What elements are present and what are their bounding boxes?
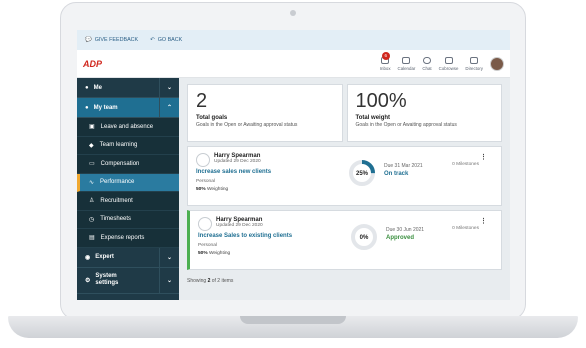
goals-panel: 2 Total goals Goals in the Open or Await… bbox=[179, 78, 510, 300]
go-back-link[interactable]: ↶ GO BACK bbox=[150, 37, 182, 43]
sidebar-item-system-settings[interactable]: ⚙ System settings ⌄ bbox=[77, 267, 179, 294]
person-icon: ● bbox=[85, 84, 89, 91]
chart-icon: ∿ bbox=[89, 179, 95, 186]
team-icon: ● bbox=[85, 104, 89, 111]
cobrowse-tool[interactable]: Cobrowse bbox=[439, 56, 458, 71]
sidebar-item-leave-and-absence[interactable]: ▣ Leave and absence bbox=[77, 118, 179, 137]
give-feedback-link[interactable]: 💬 GIVE FEEDBACK bbox=[85, 37, 138, 43]
total-weight-card: 100% Total weight Goals in the Open or A… bbox=[346, 84, 502, 142]
sidebar-item-me[interactable]: ● Me ⌄ bbox=[77, 78, 179, 98]
more-options-icon[interactable]: ⋮ bbox=[480, 153, 487, 161]
header-tools: 6 Inbox Calendar Chat Cobrowse Directory bbox=[380, 51, 504, 71]
receipt-icon: ▤ bbox=[89, 235, 95, 242]
main-body: ● Me ⌄ ● My team ⌃ ▣ Leave and absence ◆ Tea… bbox=[77, 78, 510, 300]
calendar-tool[interactable]: Calendar bbox=[398, 56, 415, 71]
progress-label: 25% bbox=[356, 171, 369, 177]
sidebar-item-compensation[interactable]: ▭ Compensation bbox=[77, 155, 179, 174]
user-avatar[interactable] bbox=[490, 56, 504, 71]
app-header: ADP 6 Inbox Calendar Chat Cobrowse Direc… bbox=[77, 50, 510, 78]
stats-row: 2 Total goals Goals in the Open or Await… bbox=[187, 84, 502, 142]
avatar bbox=[196, 153, 210, 167]
chat-tool[interactable]: Chat bbox=[422, 56, 432, 71]
progress-donut: 25% bbox=[349, 160, 375, 186]
app-screen: 💬 GIVE FEEDBACK ↶ GO BACK ADP 6 Inbox Ca… bbox=[77, 30, 510, 300]
calendar-icon: ▣ bbox=[89, 124, 95, 131]
chevron-down-icon[interactable]: ⌄ bbox=[159, 78, 179, 97]
goal-card[interactable]: Harry Spearman Updated 29 Dec 2020 Incre… bbox=[187, 210, 502, 270]
recruitment-icon: ♙ bbox=[89, 198, 95, 205]
clock-icon: ◷ bbox=[89, 216, 95, 223]
gear-icon: ⚙ bbox=[85, 277, 91, 284]
money-icon: ▭ bbox=[89, 161, 95, 168]
progress-label: 0% bbox=[360, 235, 369, 241]
inbox-count-badge: 6 bbox=[381, 51, 390, 60]
directory-icon bbox=[470, 56, 479, 64]
expert-icon: ◉ bbox=[85, 254, 91, 261]
sidebar-item-my-team[interactable]: ● My team ⌃ bbox=[77, 98, 179, 118]
avatar bbox=[198, 217, 212, 231]
more-options-icon[interactable]: ⋮ bbox=[480, 217, 487, 225]
sidebar-item-timesheets[interactable]: ◷ Timesheets bbox=[77, 210, 179, 229]
status-badge: Approved bbox=[386, 235, 415, 241]
chevron-up-icon[interactable]: ⌃ bbox=[159, 98, 179, 117]
back-arrow-icon: ↶ bbox=[150, 37, 155, 43]
sidebar-item-team-learning[interactable]: ◆ Team learning bbox=[77, 136, 179, 155]
sidebar-item-expense-reports[interactable]: ▤ Expense reports bbox=[77, 229, 179, 248]
laptop-notch bbox=[240, 316, 346, 324]
cobrowse-icon bbox=[444, 56, 453, 64]
laptop-mockup: 💬 GIVE FEEDBACK ↶ GO BACK ADP 6 Inbox Ca… bbox=[0, 0, 586, 348]
chat-icon bbox=[423, 56, 431, 64]
progress-donut: 0% bbox=[351, 224, 377, 250]
speech-bubble-icon: 💬 bbox=[85, 37, 92, 43]
top-link-bar: 💬 GIVE FEEDBACK ↶ GO BACK bbox=[77, 30, 510, 50]
sidebar-item-recruitment[interactable]: ♙ Recruitment bbox=[77, 192, 179, 211]
camera-dot bbox=[290, 10, 296, 16]
pagination-summary: Showing 2 of 2 items bbox=[187, 278, 234, 284]
chevron-down-icon[interactable]: ⌄ bbox=[159, 247, 179, 267]
chevron-down-icon[interactable]: ⌄ bbox=[159, 267, 179, 293]
goal-card[interactable]: Harry Spearman Updated 29 Dec 2020 Incre… bbox=[187, 146, 502, 206]
goal-title-link[interactable]: Increase Sales to existing clients bbox=[198, 233, 493, 239]
sidebar-nav: ● Me ⌄ ● My team ⌃ ▣ Leave and absence ◆ Tea… bbox=[77, 78, 179, 300]
graduation-cap-icon: ◆ bbox=[89, 142, 94, 149]
sidebar-item-performance[interactable]: ∿ Performance bbox=[77, 173, 179, 192]
sidebar-item-expert[interactable]: ◉ Expert ⌄ bbox=[77, 247, 179, 268]
calendar-icon bbox=[402, 56, 411, 64]
goal-title-link[interactable]: Increase sales new clients bbox=[196, 169, 493, 175]
total-goals-card: 2 Total goals Goals in the Open or Await… bbox=[187, 84, 343, 142]
status-badge: On track bbox=[384, 171, 409, 177]
inbox-tool[interactable]: 6 Inbox bbox=[380, 51, 391, 71]
directory-tool[interactable]: Directory bbox=[465, 56, 483, 71]
adp-logo[interactable]: ADP bbox=[83, 59, 102, 69]
